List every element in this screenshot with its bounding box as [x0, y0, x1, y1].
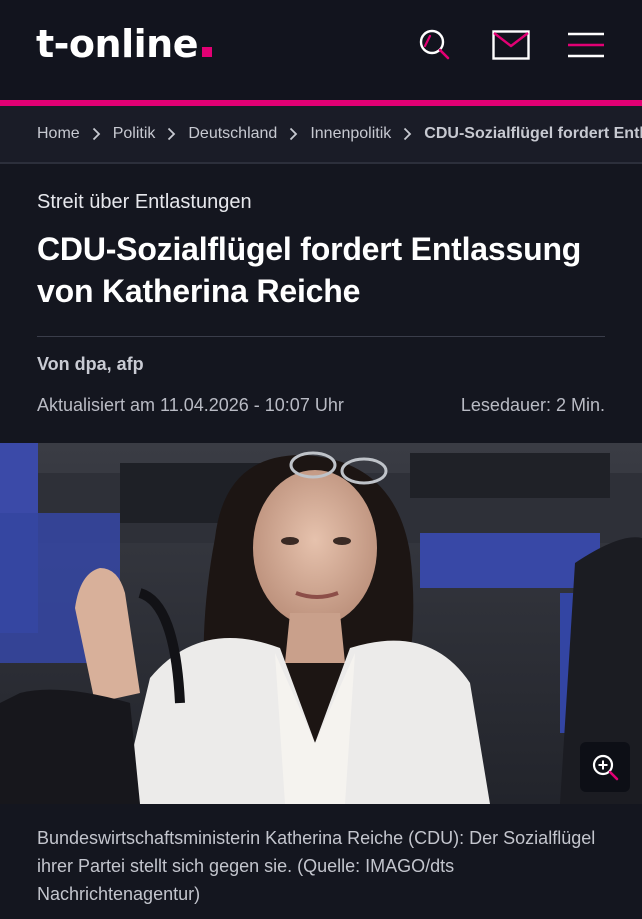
image-zoom-button[interactable]: [580, 742, 630, 792]
hamburger-menu-icon: [568, 32, 604, 58]
search-icon: [419, 29, 450, 60]
breadcrumb-item-current: CDU-Sozialflügel fordert Entlassung von …: [424, 125, 642, 142]
logo-text: t-online: [36, 22, 198, 66]
site-logo[interactable]: t-online: [36, 18, 212, 70]
menu-button[interactable]: [565, 24, 607, 66]
breadcrumb: Home Politik Deutschland Innenpolitik CD…: [0, 106, 642, 162]
divider: [0, 162, 642, 164]
chevron-right-icon: [289, 127, 298, 141]
article-author[interactable]: Von dpa, afp: [37, 352, 144, 376]
logo-dot: [201, 47, 212, 57]
zoom-in-icon: [592, 754, 619, 781]
breadcrumb-item-politik[interactable]: Politik: [113, 125, 156, 143]
chevron-right-icon: [92, 127, 101, 141]
mail-icon: [492, 30, 530, 60]
article-image[interactable]: [0, 443, 642, 804]
chevron-right-icon: [167, 127, 176, 141]
divider: [37, 336, 605, 337]
chevron-right-icon: [403, 127, 412, 141]
search-button[interactable]: [414, 24, 456, 66]
breadcrumb-item-home[interactable]: Home: [37, 125, 80, 143]
breadcrumb-item-deutschland[interactable]: Deutschland: [188, 125, 277, 143]
article-reading-time: Lesedauer: 2 Min.: [460, 395, 605, 415]
site-header: t-online: [0, 0, 642, 100]
article-updated-timestamp: Aktualisiert am 11.04.2026 - 10:07 Uhr: [37, 395, 344, 415]
article-kicker: Streit über Entlastungen: [37, 191, 252, 213]
mail-button[interactable]: [490, 24, 532, 66]
article-headline: CDU-Sozialflügel fordert Entlassung von …: [37, 231, 582, 309]
breadcrumb-item-innenpolitik[interactable]: Innenpolitik: [310, 125, 391, 143]
image-caption: Bundeswirtschaftsministerin Katherina Re…: [37, 828, 596, 904]
